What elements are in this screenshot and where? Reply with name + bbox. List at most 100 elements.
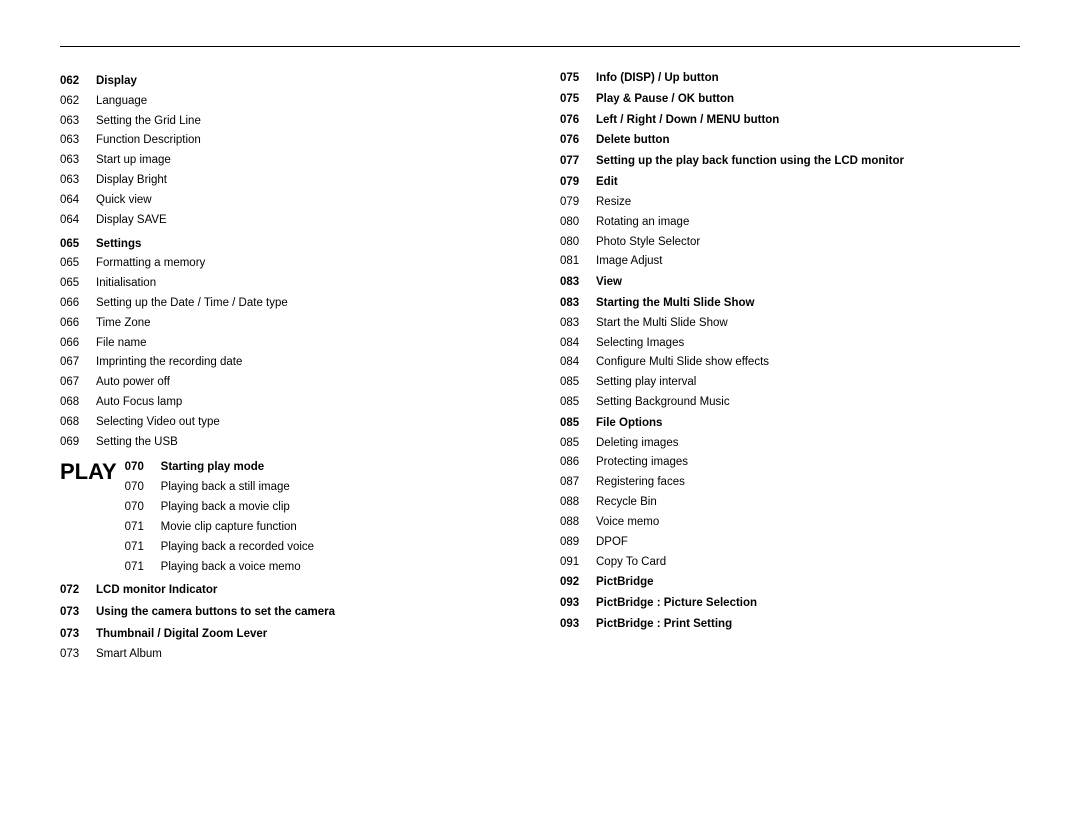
play-section: PLAY070Starting play mode070Playing back…	[60, 459, 520, 578]
entry-text: Protecting images	[596, 454, 1020, 472]
list-item: 062Language	[60, 93, 520, 111]
section-label: Play & Pause / OK button	[596, 91, 1020, 109]
content-columns: 062Display062Language063Setting the Grid…	[60, 67, 1020, 666]
entry-text: Smart Album	[96, 646, 520, 664]
section-header: 093PictBridge : Print Setting	[560, 616, 1020, 634]
page-num: 066	[60, 335, 96, 353]
section-label: Settings	[96, 236, 520, 254]
page-num: 067	[60, 354, 96, 372]
page-num: 063	[60, 113, 96, 131]
entry-text: Resize	[596, 194, 1020, 212]
entry-text: Start the Multi Slide Show	[596, 315, 1020, 333]
entry-text: DPOF	[596, 534, 1020, 552]
section-header: 075Play & Pause / OK button	[560, 91, 1020, 109]
entry-text: Photo Style Selector	[596, 234, 1020, 252]
section-label: Display	[96, 73, 520, 91]
page-num: 068	[60, 394, 96, 412]
page-num: 068	[60, 414, 96, 432]
section-header: 077Setting up the play back function usi…	[560, 153, 1020, 171]
page-num: 084	[560, 335, 596, 353]
page-num: 071	[125, 559, 161, 577]
entry-text: File name	[96, 335, 520, 353]
page-num: 065	[60, 275, 96, 293]
list-item: 063Setting the Grid Line	[60, 113, 520, 131]
entry-text: Playing back a recorded voice	[161, 539, 314, 557]
entry-text: Setting the USB	[96, 434, 520, 452]
page-num: 065	[60, 255, 96, 273]
page-num: 085	[560, 435, 596, 453]
page-num: 063	[60, 152, 96, 170]
list-item: 064Quick view	[60, 192, 520, 210]
page-num: 079	[560, 194, 596, 212]
section-label: PictBridge : Print Setting	[596, 616, 1020, 634]
section-header: 073Thumbnail / Digital Zoom Lever	[60, 626, 520, 644]
entry-text: Playing back a voice memo	[161, 559, 314, 577]
entry-text: Selecting Images	[596, 335, 1020, 353]
list-item: 088Voice memo	[560, 514, 1020, 532]
entry-text: Recycle Bin	[596, 494, 1020, 512]
page-num: 076	[560, 132, 596, 150]
section-label: Starting the Multi Slide Show	[596, 295, 1020, 313]
page-num: 085	[560, 394, 596, 412]
play-label: PLAY	[60, 459, 117, 485]
page-num: 075	[560, 70, 596, 88]
page-num: 076	[560, 112, 596, 130]
section-label: PictBridge : Picture Selection	[596, 595, 1020, 613]
page-num: 083	[560, 295, 596, 313]
page-num: 086	[560, 454, 596, 472]
section-header: 092PictBridge	[560, 574, 1020, 592]
list-item: 070Playing back a movie clip	[125, 499, 314, 517]
page-num: 084	[560, 354, 596, 372]
entry-text: Movie clip capture function	[161, 519, 314, 537]
list-item: 067Auto power off	[60, 374, 520, 392]
list-item: 086Protecting images	[560, 454, 1020, 472]
page-num: 088	[560, 514, 596, 532]
list-item: 071Playing back a voice memo	[125, 559, 314, 577]
list-item: 071Movie clip capture function	[125, 519, 314, 537]
entry-text: Formatting a memory	[96, 255, 520, 273]
section-header: 072LCD monitor Indicator	[60, 582, 520, 600]
play-right: 070Starting play mode070Playing back a s…	[125, 459, 314, 578]
page-num: 065	[60, 236, 96, 254]
list-item: 063Display Bright	[60, 172, 520, 190]
section-label: Edit	[596, 174, 1020, 192]
list-item: 070Playing back a still image	[125, 479, 314, 497]
entry-text: Playing back a movie clip	[161, 499, 314, 517]
list-item: 064Display SAVE	[60, 212, 520, 230]
page-num: 071	[125, 539, 161, 557]
list-item: 066File name	[60, 335, 520, 353]
section-label: Starting play mode	[161, 459, 314, 477]
entry-text: Image Adjust	[596, 253, 1020, 271]
page-num: 079	[560, 174, 596, 192]
page-num: 073	[60, 604, 96, 622]
list-item: 084Selecting Images	[560, 335, 1020, 353]
list-item: 071Playing back a recorded voice	[125, 539, 314, 557]
section-header: 093PictBridge : Picture Selection	[560, 595, 1020, 613]
page-num: 077	[560, 153, 596, 171]
entry-text: Start up image	[96, 152, 520, 170]
entry-text: Function Description	[96, 132, 520, 150]
page-num: 063	[60, 172, 96, 190]
page-num: 092	[560, 574, 596, 592]
entry-text: Setting play interval	[596, 374, 1020, 392]
list-item: 085Setting play interval	[560, 374, 1020, 392]
page-num: 081	[560, 253, 596, 271]
entry-text: Display Bright	[96, 172, 520, 190]
page-num: 069	[60, 434, 96, 452]
page-num: 062	[60, 73, 96, 91]
page-container: 062Display062Language063Setting the Grid…	[0, 0, 1080, 696]
entry-text: Setting the Grid Line	[96, 113, 520, 131]
list-item: 073Smart Album	[60, 646, 520, 664]
page-num: 083	[560, 315, 596, 333]
section-header: 070Starting play mode	[125, 459, 314, 477]
list-item: 085Setting Background Music	[560, 394, 1020, 412]
list-item: 065Formatting a memory	[60, 255, 520, 273]
section-header: 073Using the camera buttons to set the c…	[60, 604, 520, 622]
page-num: 080	[560, 214, 596, 232]
section-label: PictBridge	[596, 574, 1020, 592]
page-num: 083	[560, 274, 596, 292]
section-header: 062Display	[60, 73, 520, 91]
title-divider	[60, 46, 1020, 47]
section-label: Delete button	[596, 132, 1020, 150]
page-num: 070	[125, 499, 161, 517]
